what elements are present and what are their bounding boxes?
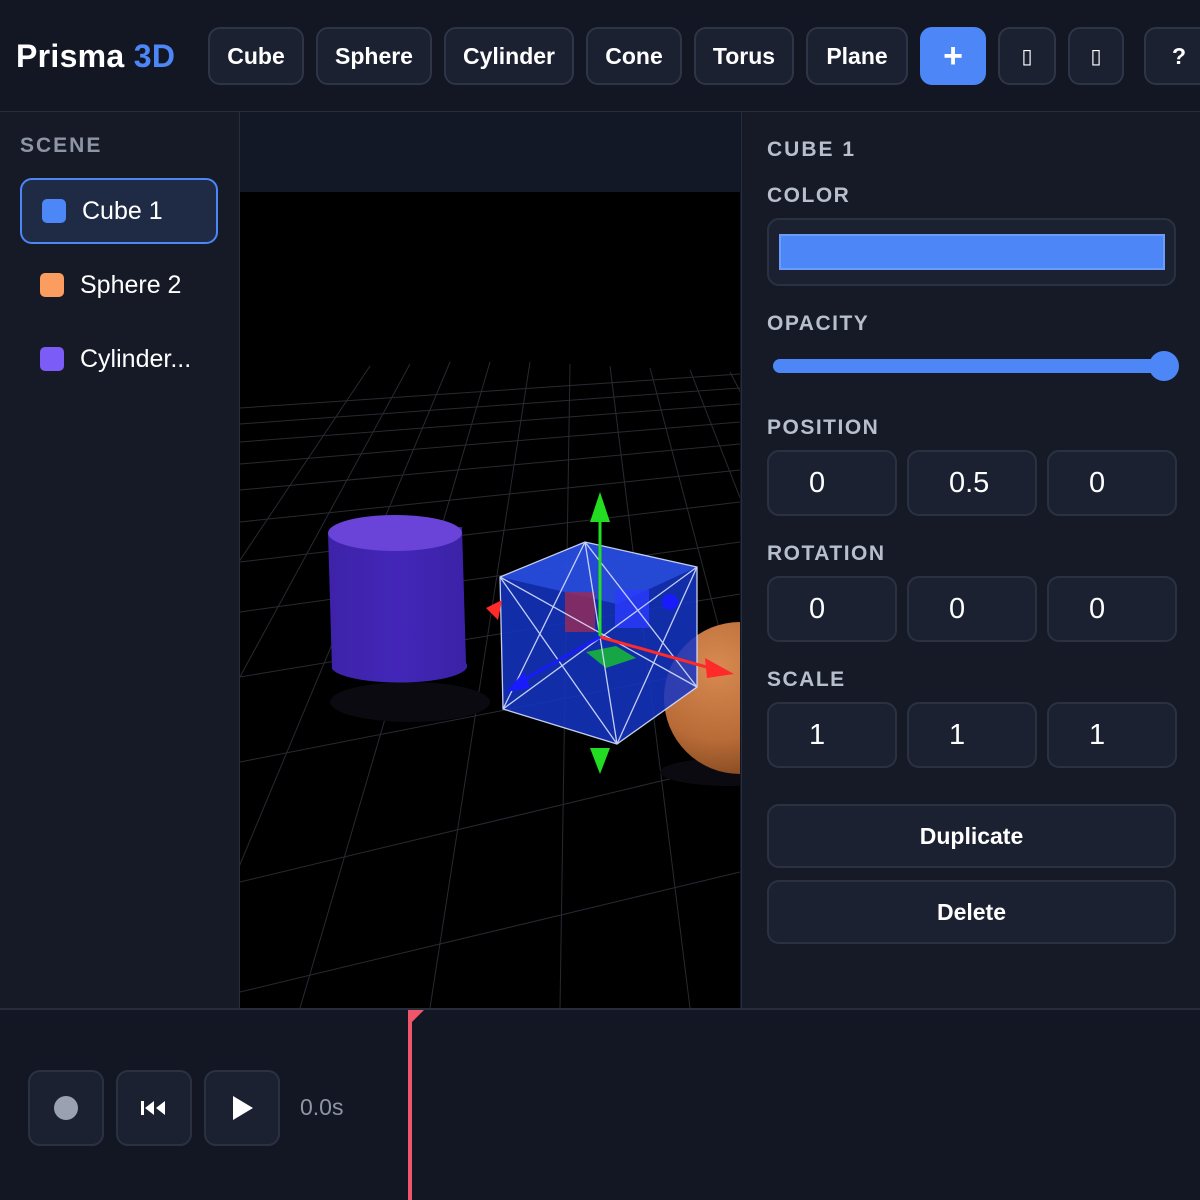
cylinder-object[interactable]: [328, 515, 468, 683]
opacity-label: OPACITY: [767, 312, 870, 335]
color-picker[interactable]: [767, 218, 1176, 286]
add-cone-button[interactable]: Cone: [586, 27, 682, 85]
viewport-canvas[interactable]: [240, 112, 740, 1008]
toolbar-icon-button-1[interactable]: ▯: [998, 27, 1056, 85]
scene-panel: SCENE Cube 1 Sphere 2 Cylinder...: [0, 112, 240, 1008]
color-label: COLOR: [767, 184, 851, 207]
rotation-label: ROTATION: [767, 542, 886, 565]
toolbar-icon-button-2[interactable]: ▯: [1068, 27, 1124, 85]
record-button[interactable]: [28, 1070, 104, 1146]
scene-item-label: Cube 1: [82, 196, 163, 225]
rewind-button[interactable]: [116, 1070, 192, 1146]
help-button[interactable]: ?: [1144, 27, 1200, 85]
position-y-input[interactable]: [907, 450, 1037, 516]
scene-item-label: Cylinder...: [80, 344, 192, 373]
app-name: Prisma: [16, 38, 125, 74]
properties-panel: CUBE 1 COLOR OPACITY POSITION ROTATION S…: [741, 112, 1200, 1008]
add-cube-button[interactable]: Cube: [208, 27, 304, 85]
rotation-z-input[interactable]: [1047, 576, 1177, 642]
top-toolbar: Prisma 3D Cube Sphere Cylinder Cone Toru…: [0, 0, 1200, 112]
add-torus-button[interactable]: Torus: [694, 27, 794, 85]
play-button[interactable]: [204, 1070, 280, 1146]
scale-label: SCALE: [767, 668, 846, 691]
selected-object-title: CUBE 1: [767, 138, 857, 161]
plus-icon: +: [943, 36, 963, 75]
playhead-handle-icon[interactable]: [408, 1010, 424, 1026]
opacity-slider-thumb[interactable]: [1149, 351, 1179, 381]
add-cylinder-button[interactable]: Cylinder: [444, 27, 574, 85]
timeline-playhead[interactable]: [408, 1010, 412, 1200]
rewind-icon: [141, 1101, 165, 1115]
position-z-input[interactable]: [1047, 450, 1177, 516]
app-name-accent: 3D: [133, 38, 176, 74]
add-object-button[interactable]: +: [920, 27, 986, 85]
position-label: POSITION: [767, 416, 880, 439]
scene-item-label: Sphere 2: [80, 270, 182, 299]
rotation-x-input[interactable]: [767, 576, 897, 642]
timeline[interactable]: 0.0s: [0, 1008, 1200, 1200]
add-sphere-button[interactable]: Sphere: [316, 27, 432, 85]
cube-color-swatch: [42, 199, 66, 223]
scale-z-input[interactable]: [1047, 702, 1177, 768]
scene-heading: SCENE: [20, 134, 103, 157]
scale-y-input[interactable]: [907, 702, 1037, 768]
help-icon: ?: [1171, 42, 1187, 69]
position-x-input[interactable]: [767, 450, 897, 516]
record-icon: [54, 1096, 78, 1120]
viewport-3d[interactable]: [240, 112, 740, 1008]
opacity-slider[interactable]: [773, 359, 1166, 373]
placeholder-glyph-icon: ▯: [1090, 45, 1102, 68]
opacity-slider-fill: [773, 359, 1166, 373]
viewport-top-band: [240, 112, 740, 192]
scale-x-input[interactable]: [767, 702, 897, 768]
play-icon: [233, 1096, 253, 1120]
cylinder-color-swatch: [40, 347, 64, 371]
scene-item-sphere[interactable]: Sphere 2: [20, 252, 218, 318]
app-logo: Prisma 3D: [16, 36, 175, 76]
scene-item-cube[interactable]: Cube 1: [20, 178, 218, 244]
add-plane-button[interactable]: Plane: [806, 27, 908, 85]
gizmo-z-handle[interactable]: [662, 594, 678, 610]
placeholder-glyph-icon: ▯: [1021, 45, 1033, 68]
cylinder-shadow: [330, 682, 490, 722]
scene-item-cylinder[interactable]: Cylinder...: [20, 326, 218, 392]
color-swatch-value: [779, 234, 1165, 270]
rotation-y-input[interactable]: [907, 576, 1037, 642]
timeline-time-readout: 0.0s: [300, 1094, 344, 1120]
duplicate-button[interactable]: Duplicate: [767, 804, 1176, 868]
delete-button[interactable]: Delete: [767, 880, 1176, 944]
sphere-color-swatch: [40, 273, 64, 297]
